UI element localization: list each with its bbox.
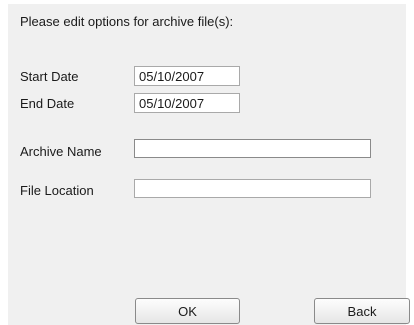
end-date-field[interactable] <box>134 93 240 113</box>
file-location-label: File Location <box>20 183 94 198</box>
ok-button[interactable]: OK <box>135 298 240 324</box>
back-button[interactable]: Back <box>314 298 410 324</box>
dialog-instruction: Please edit options for archive file(s): <box>20 14 234 29</box>
archive-options-dialog: Please edit options for archive file(s):… <box>8 4 410 325</box>
start-date-label: Start Date <box>20 69 79 84</box>
end-date-label: End Date <box>20 96 75 111</box>
archive-name-label: Archive Name <box>20 144 102 159</box>
file-location-field[interactable] <box>134 179 371 198</box>
start-date-field[interactable] <box>134 66 240 86</box>
archive-name-field[interactable] <box>134 139 371 158</box>
